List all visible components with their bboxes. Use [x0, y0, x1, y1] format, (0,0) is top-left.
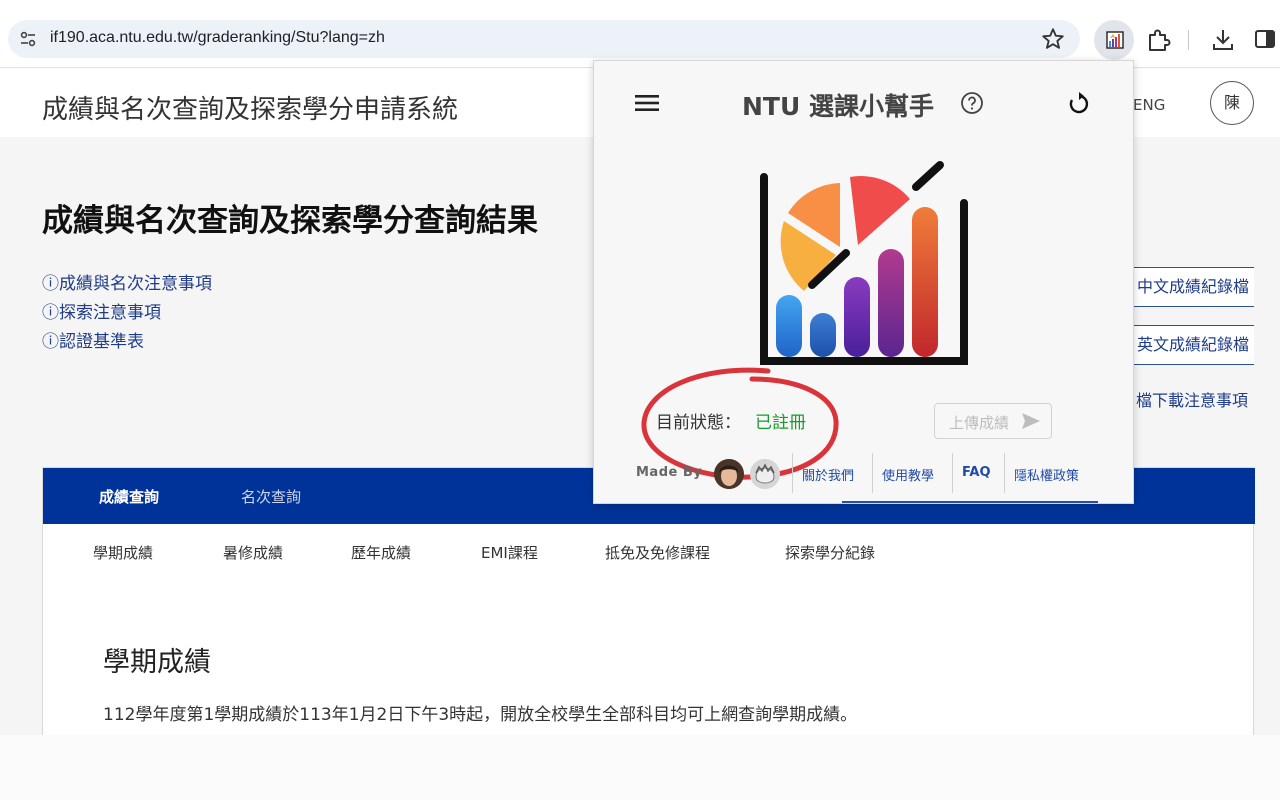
site-info-icon[interactable] [18, 29, 38, 49]
url-text[interactable]: if190.aca.ntu.edu.tw/graderanking/Stu?la… [50, 29, 385, 47]
privacy-policy-link[interactable]: 隱私權政策 [1014, 465, 1079, 484]
status-value: 已註冊 [755, 413, 806, 433]
section-description: 112學年度第1學期成績於113年1月2日下午3時起，開放全校學生全部科目均可上… [103, 705, 858, 725]
footer-divider [872, 453, 873, 493]
faq-link[interactable]: FAQ [962, 465, 991, 480]
language-toggle[interactable]: ENG [1133, 96, 1165, 114]
author-photo-icon [714, 459, 744, 489]
extension-icon [1106, 31, 1124, 49]
subtab-summer-grades[interactable]: 暑修成績 [223, 542, 283, 563]
tab-grade-query[interactable]: 成績查詢 [99, 486, 159, 507]
send-icon [1022, 413, 1040, 429]
info-link-grade-notes[interactable]: ⓘ成績與名次注意事項 [42, 269, 212, 294]
section-title: 學期成績 [103, 647, 211, 678]
star-icon[interactable] [1040, 26, 1066, 52]
tutorial-link[interactable]: 使用教學 [882, 465, 934, 484]
chinese-transcript-button[interactable]: 中文成績紀錄檔 [1126, 267, 1254, 307]
menu-icon[interactable] [634, 91, 660, 115]
puzzle-icon[interactable] [1144, 26, 1172, 54]
extension-popup: NTU 選課小幫手 目前狀態： 已註冊 上傳成績 Made By 關於我們 使用… [593, 60, 1134, 504]
address-bar[interactable]: if190.aca.ntu.edu.tw/graderanking/Stu?la… [8, 20, 1080, 58]
page-bottom [0, 735, 1280, 800]
help-icon[interactable] [960, 91, 984, 115]
english-transcript-button[interactable]: 英文成績紀錄檔 [1126, 325, 1254, 365]
subtab-emi-courses[interactable]: EMI課程 [481, 542, 538, 563]
info-link-explore-notes[interactable]: ⓘ探索注意事項 [42, 298, 161, 323]
about-us-link[interactable]: 關於我們 [802, 465, 854, 484]
author-sketch-icon [750, 459, 780, 489]
footer-divider [792, 453, 793, 493]
tab-rank-query[interactable]: 名次查詢 [241, 486, 301, 507]
info-link-certification-standards[interactable]: ⓘ認證基準表 [42, 327, 144, 352]
extension-button[interactable] [1094, 20, 1134, 60]
popup-title: NTU 選課小幫手 [742, 92, 934, 121]
subtab-cumulative-grades[interactable]: 歷年成績 [351, 542, 411, 563]
results-card: 成績查詢 名次查詢 學期成績 暑修成績 歷年成績 EMI課程 抵免及免修課程 探… [42, 467, 1255, 737]
subtab-explore-credits[interactable]: 探索學分紀錄 [785, 542, 875, 563]
toolbar-separator [1188, 30, 1189, 50]
upload-grades-button[interactable]: 上傳成績 [934, 403, 1052, 439]
footer-underline [842, 501, 1098, 503]
screen: if190.aca.ntu.edu.tw/graderanking/Stu?la… [0, 0, 1280, 800]
author-avatar[interactable] [714, 459, 744, 489]
footer-divider [952, 453, 953, 493]
download-icon[interactable] [1210, 27, 1236, 53]
refresh-icon[interactable] [1066, 91, 1092, 117]
page-title: 成績與名次查詢及探索學分查詢結果 [42, 203, 538, 239]
app-logo-icon [760, 161, 968, 365]
subtab-semester-grades[interactable]: 學期成績 [93, 542, 153, 563]
footer-divider [1004, 453, 1005, 493]
avatar[interactable]: 陳 [1210, 81, 1254, 125]
sidepanel-icon[interactable] [1254, 28, 1276, 50]
site-title[interactable]: 成績與名次查詢及探索學分申請系統 [42, 89, 458, 126]
subtab-credit-transfer[interactable]: 抵免及免修課程 [605, 542, 710, 563]
status-label: 目前狀態： [656, 413, 741, 433]
upload-grades-label: 上傳成績 [949, 414, 1010, 432]
download-notes-link[interactable]: 檔下載注意事項 [1136, 387, 1248, 411]
author-avatar[interactable] [750, 459, 780, 489]
made-by-label: Made By [636, 465, 703, 480]
browser-toolbar: if190.aca.ntu.edu.tw/graderanking/Stu?la… [0, 0, 1280, 68]
